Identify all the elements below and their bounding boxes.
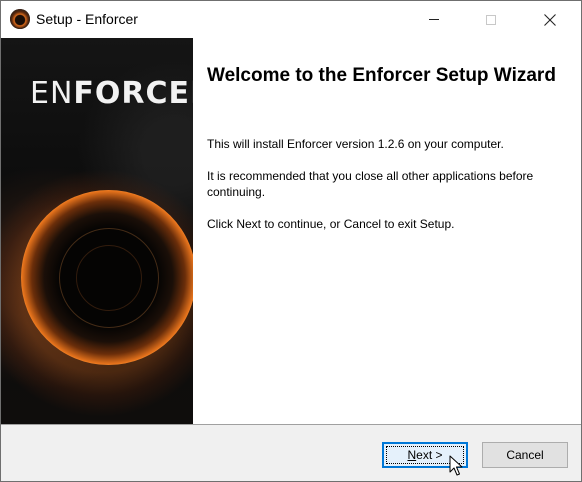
maximize-icon <box>486 14 496 25</box>
logo-part-en: EN <box>30 76 74 111</box>
wizard-content: Welcome to the Enforcer Setup Wizard Thi… <box>193 38 581 424</box>
wizard-footer: Next > Cancel <box>1 425 581 481</box>
cancel-button[interactable]: Cancel <box>482 442 568 468</box>
maximize-button <box>468 1 514 38</box>
install-info-text: This will install Enforcer version 1.2.6… <box>207 137 504 151</box>
logo-part-force: FORCE <box>73 76 191 111</box>
setup-window: Setup - Enforcer ENFORCER Welcome to the… <box>0 0 582 482</box>
close-icon <box>544 13 556 26</box>
app-icon[interactable] <box>10 9 30 29</box>
close-button[interactable] <box>527 1 573 38</box>
enforcer-logo: ENFORCER <box>30 76 193 111</box>
mouse-pointer-icon <box>449 455 463 476</box>
minimize-button[interactable] <box>411 1 457 38</box>
window-title: Setup - Enforcer <box>36 11 138 27</box>
wizard-banner-image: ENFORCER <box>1 38 193 424</box>
title-bar[interactable]: Setup - Enforcer <box>1 1 581 38</box>
recommendation-text: It is recommended that you close all oth… <box>207 169 534 199</box>
welcome-heading: Welcome to the Enforcer Setup Wizard <box>207 65 556 86</box>
orb-inner-ring-2 <box>76 245 142 311</box>
instruction-text: Click Next to continue, or Cancel to exi… <box>207 217 455 231</box>
minimize-icon <box>429 19 439 20</box>
